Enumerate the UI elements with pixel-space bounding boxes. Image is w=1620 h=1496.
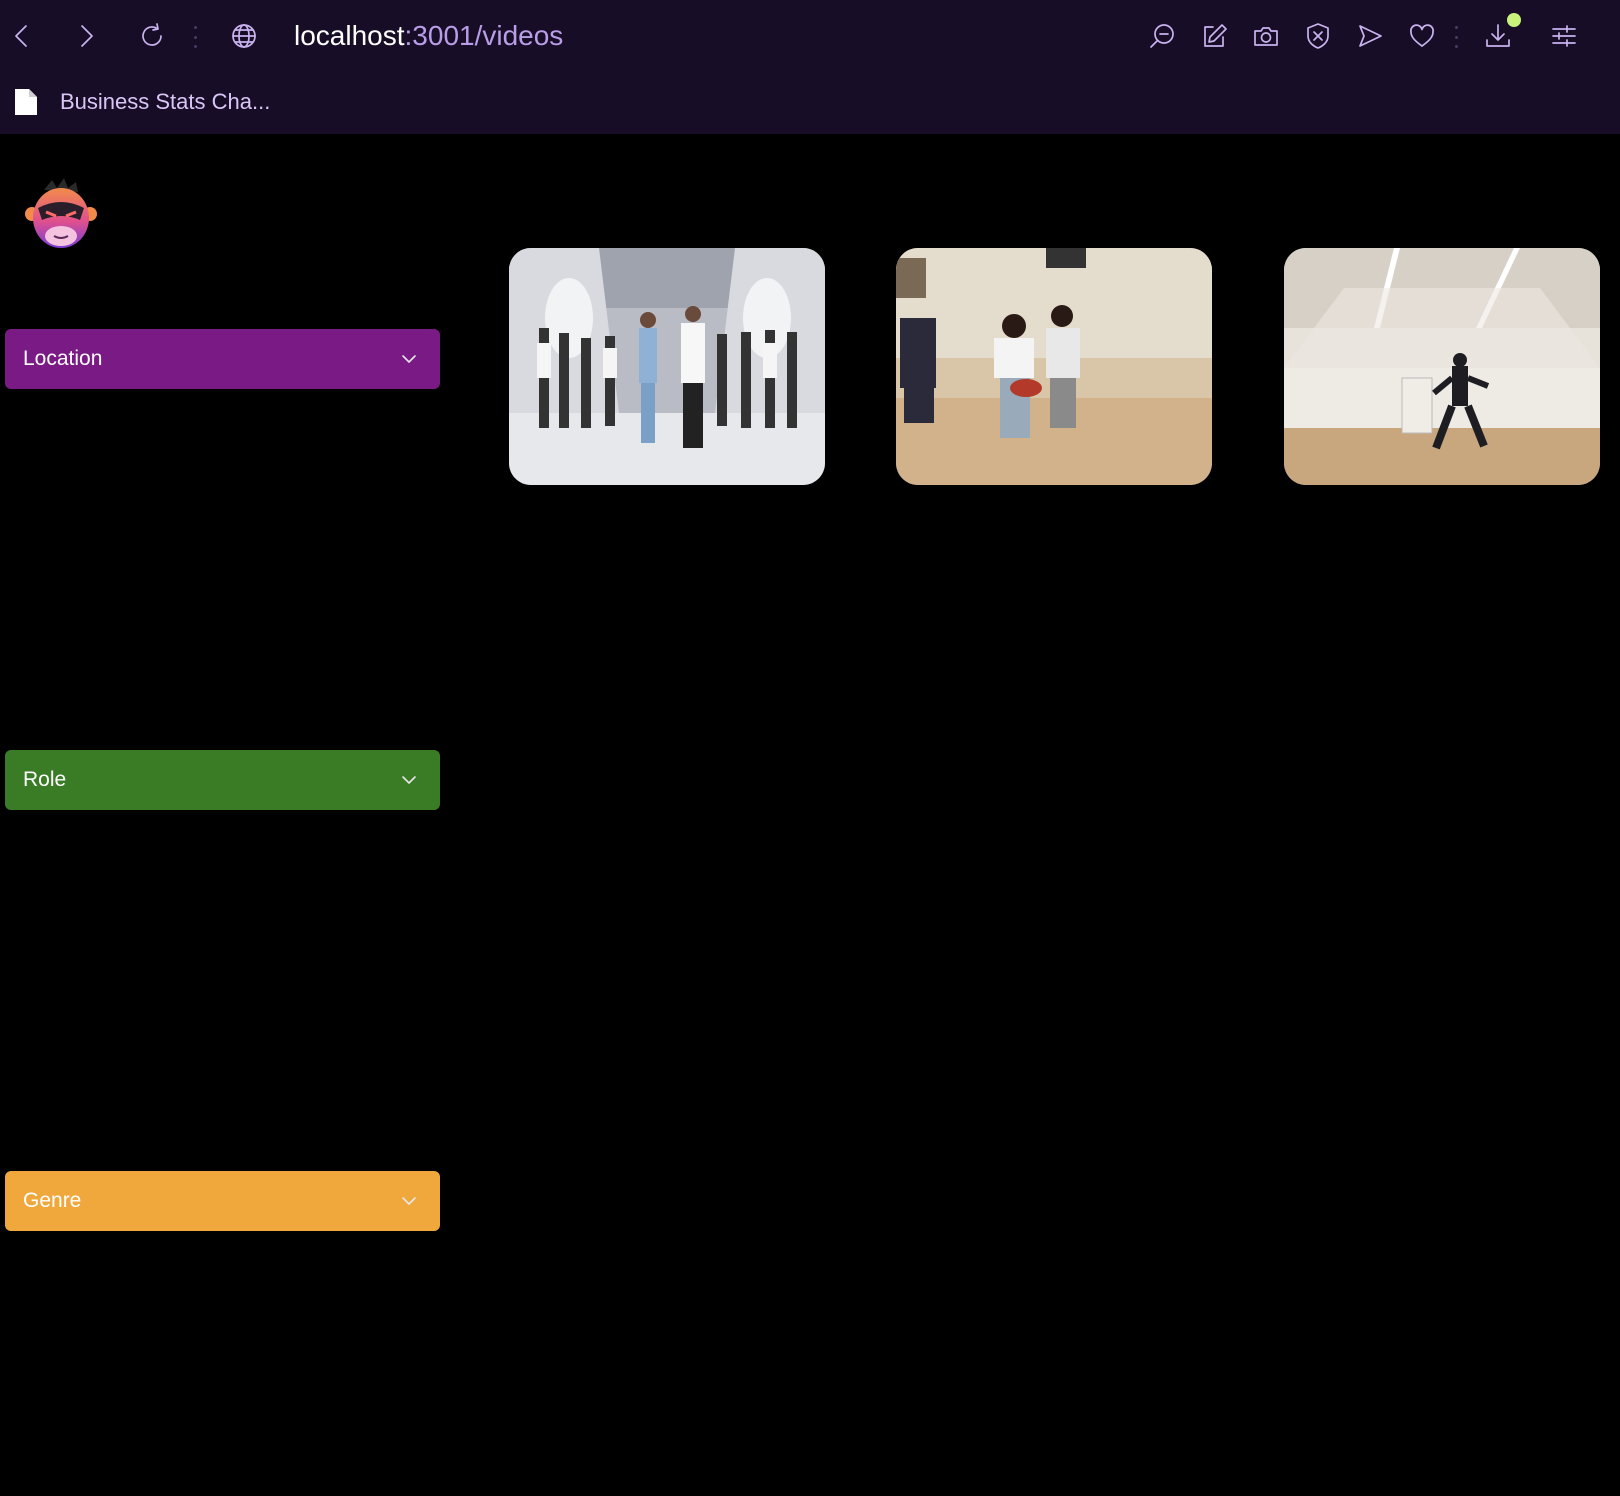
forward-button[interactable] — [66, 16, 106, 56]
location-filter-label: Location — [23, 347, 103, 370]
genre-filter-dropdown[interactable]: Genre — [5, 1171, 440, 1231]
send-button[interactable] — [1350, 16, 1390, 56]
chevron-down-icon — [402, 776, 416, 784]
adblock-button[interactable] — [1298, 16, 1338, 56]
dancers-football-image — [896, 248, 1212, 485]
back-button[interactable] — [2, 16, 42, 56]
video-thumbnail-2[interactable] — [896, 248, 1212, 485]
send-icon — [1359, 25, 1382, 47]
forward-icon — [81, 25, 93, 47]
camera-icon — [1254, 27, 1278, 46]
shield-icon — [1307, 23, 1329, 49]
settings-button[interactable] — [1544, 16, 1584, 56]
group-dance-image — [509, 248, 825, 485]
genre-filter-label: Genre — [23, 1189, 82, 1212]
zoom-out-button[interactable] — [1142, 16, 1182, 56]
edit-button[interactable] — [1194, 16, 1234, 56]
url-path: :3001/videos — [404, 20, 564, 51]
location-filter-dropdown[interactable]: Location — [5, 329, 440, 389]
bookmark-item[interactable]: Business Stats Cha... — [12, 82, 270, 122]
reload-button[interactable] — [132, 16, 172, 56]
globe-icon — [232, 24, 256, 48]
settings-icon — [1552, 25, 1576, 47]
chevron-down-icon — [402, 1197, 416, 1205]
favorite-button[interactable] — [1402, 16, 1442, 56]
app-logo[interactable] — [24, 176, 98, 254]
address-bar[interactable]: localhost:3001/videos — [294, 18, 563, 54]
document-icon — [15, 89, 37, 115]
screenshot-button[interactable] — [1246, 16, 1286, 56]
video-thumbnail-3[interactable] — [1284, 248, 1600, 485]
url-host: localhost — [294, 20, 405, 51]
toolbar-separator — [1454, 26, 1458, 48]
chevron-down-icon — [402, 355, 416, 363]
download-icon — [1486, 24, 1510, 47]
back-icon — [15, 25, 27, 47]
edit-icon — [1204, 24, 1227, 47]
site-info-button[interactable] — [224, 16, 264, 56]
toolbar-separator — [193, 26, 197, 48]
zoom-out-icon — [1150, 24, 1174, 48]
role-filter-label: Role — [23, 768, 67, 791]
role-filter-dropdown[interactable]: Role — [5, 750, 440, 810]
bookmark-label: Business Stats Cha... — [60, 89, 271, 114]
heart-icon — [1410, 24, 1434, 47]
solo-dancer-image — [1284, 248, 1600, 485]
download-status-badge — [1507, 13, 1521, 27]
monkey-logo-icon — [25, 178, 97, 248]
reload-icon — [142, 23, 162, 46]
video-thumbnail-1[interactable] — [509, 248, 825, 485]
